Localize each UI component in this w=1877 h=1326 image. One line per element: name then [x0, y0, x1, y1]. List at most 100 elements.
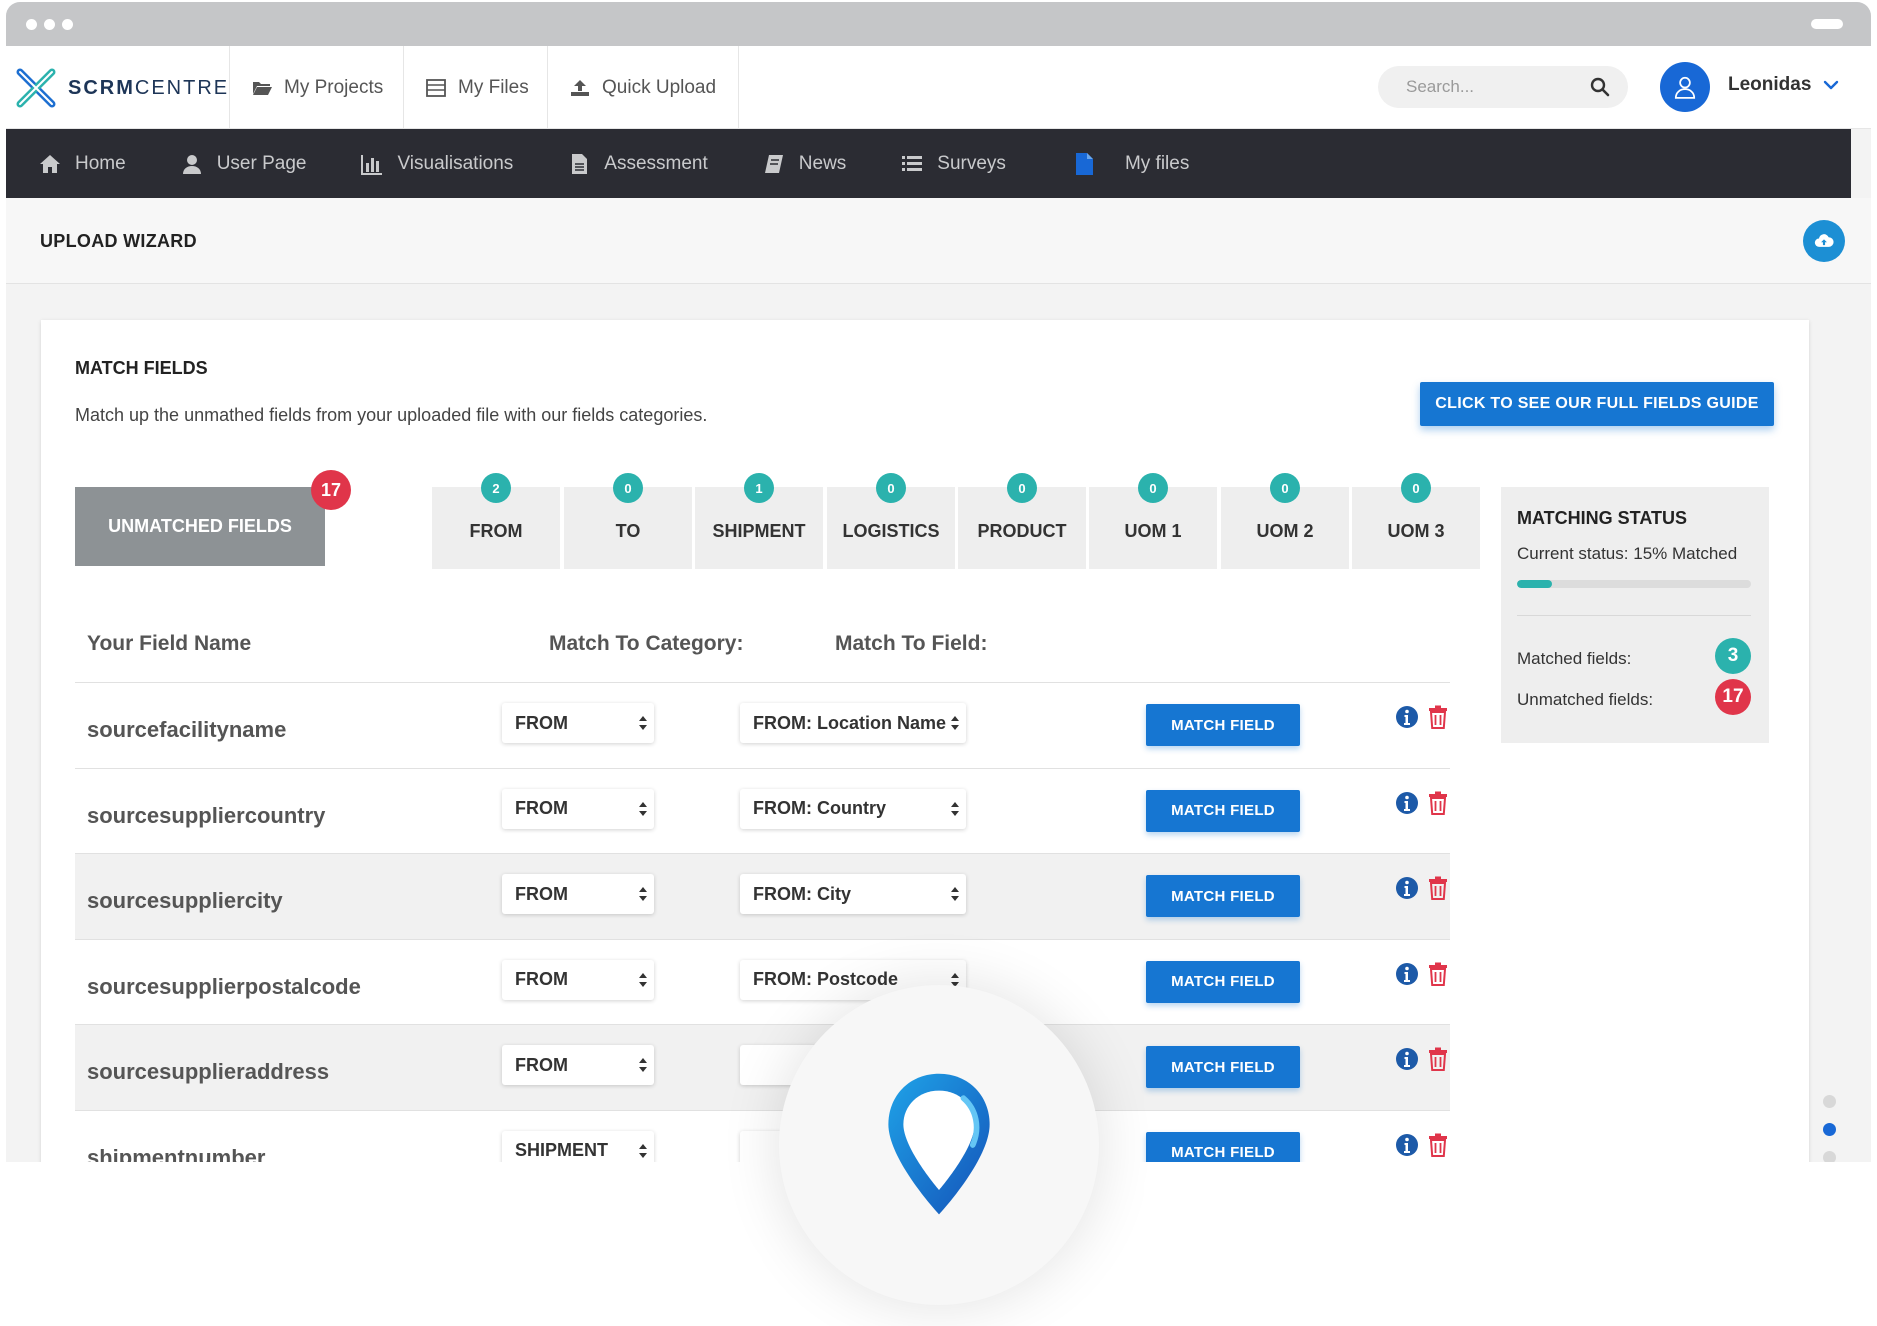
trash-icon[interactable]: [1427, 1047, 1449, 1071]
nav-item-my-files[interactable]: My files: [1040, 152, 1189, 175]
category-select[interactable]: SHIPMENT: [502, 1130, 654, 1162]
match-field-button[interactable]: MATCH FIELD: [1146, 875, 1300, 917]
list-icon: [901, 153, 923, 175]
table-row: sourcesuppliercity FROM FROM: City MATCH FI…: [75, 853, 1450, 939]
match-field-button[interactable]: MATCH FIELD: [1146, 960, 1300, 1003]
field-name: sourcesupplierpostalcode: [87, 973, 361, 999]
tab-logistics[interactable]: 0 LOGISTICS: [827, 473, 955, 569]
select-arrows-icon: [639, 1058, 647, 1072]
card-title: MATCH FIELDS: [75, 358, 208, 378]
nav-item-home[interactable]: Home: [6, 153, 126, 175]
chevron-down-icon[interactable]: [1822, 76, 1840, 94]
table-row: sourcefacilityname FROM FROM: Location Nam…: [75, 682, 1450, 768]
info-icon[interactable]: [1395, 705, 1419, 729]
top-tab-quick-upload[interactable]: Quick Upload: [547, 46, 740, 129]
top-bar: SCRMCENTRE My Projects My Files Quick Up…: [6, 46, 1871, 129]
match-field-button[interactable]: MATCH FIELD: [1146, 1131, 1300, 1162]
tab-label: SHIPMENT: [712, 520, 806, 541]
match-progress-fill: [1517, 580, 1553, 588]
status-title: MATCHING STATUS: [1517, 508, 1687, 528]
trash-icon[interactable]: [1427, 791, 1449, 815]
nav-item-label: User Page: [216, 152, 307, 174]
search-placeholder: Search...: [1406, 77, 1475, 96]
trash-icon[interactable]: [1427, 1133, 1449, 1157]
tab-uom-2[interactable]: 0 UOM 2: [1221, 473, 1349, 569]
info-icon[interactable]: [1395, 1133, 1419, 1157]
tab-label: TO: [615, 520, 641, 541]
location-pin-icon: [888, 1073, 990, 1215]
trash-icon[interactable]: [1427, 705, 1449, 729]
category-select-value: FROM: [515, 1054, 568, 1075]
trash-icon[interactable]: [1427, 962, 1449, 986]
tab-uom-3[interactable]: 0 UOM 3: [1352, 473, 1480, 569]
nav-item-user-page[interactable]: User Page: [148, 152, 307, 175]
info-icon[interactable]: [1395, 962, 1419, 986]
tab-from[interactable]: 2 FROM: [432, 473, 560, 569]
field-name: sourcesupplieraddress: [87, 1059, 330, 1084]
page-header: UPLOAD WIZARD: [6, 198, 1871, 284]
page-dot-active[interactable]: [1823, 1123, 1836, 1136]
tab-shipment[interactable]: 1 SHIPMENT: [695, 473, 823, 569]
category-select[interactable]: FROM: [502, 788, 654, 829]
column-header-category: Match To Category:: [549, 632, 744, 655]
avatar[interactable]: [1660, 62, 1710, 112]
nav-item-surveys[interactable]: Surveys: [868, 153, 1006, 175]
field-name: sourcefacilityname: [87, 717, 287, 742]
trash-icon[interactable]: [1427, 876, 1449, 900]
upload-icon: [570, 79, 590, 97]
field-name: shipmentnumber: [87, 1144, 266, 1163]
table-row: sourcesuppliercountry FROM FROM: Country MA…: [75, 767, 1450, 854]
tab-label: LOGISTICS: [842, 520, 940, 541]
nav-item-label: Home: [75, 152, 126, 174]
user-avatar-icon: [1674, 76, 1696, 99]
unmatched-fields-label: Unmatched fields:: [1517, 690, 1654, 709]
category-select[interactable]: FROM: [502, 959, 654, 1000]
count-badge: 1: [744, 473, 774, 503]
nav-item-news[interactable]: News: [730, 153, 846, 175]
tab-uom-1[interactable]: 0 UOM 1: [1089, 473, 1217, 569]
nav-item-assessment[interactable]: Assessment: [535, 153, 708, 175]
field-select[interactable]: FROM: Country: [740, 788, 966, 829]
fields-guide-button[interactable]: CLICK TO SEE OUR FULL FIELDS GUIDE: [1420, 382, 1774, 426]
cloud-upload-button[interactable]: [1803, 220, 1845, 262]
tab-unmatched-fields[interactable]: UNMATCHED FIELDS: [75, 487, 325, 566]
logo-x-icon: [16, 68, 56, 108]
divider: [1517, 615, 1751, 616]
current-status: Current status: 15% Matched: [1517, 544, 1737, 564]
page-dot[interactable]: [1823, 1095, 1836, 1108]
folder-open-icon: [252, 79, 272, 97]
window-dot-icon: [44, 19, 55, 30]
category-select[interactable]: FROM: [502, 703, 654, 743]
top-tab-my-files[interactable]: My Files: [403, 46, 551, 129]
tab-to[interactable]: 0 TO: [564, 473, 692, 569]
info-icon[interactable]: [1395, 1047, 1419, 1071]
tab-product[interactable]: 0 PRODUCT: [958, 473, 1086, 569]
page-dot[interactable]: [1823, 1151, 1836, 1162]
match-field-button[interactable]: MATCH FIELD: [1146, 789, 1300, 832]
category-select[interactable]: FROM: [502, 874, 654, 914]
info-icon[interactable]: [1395, 876, 1419, 900]
search-icon[interactable]: [1590, 77, 1610, 97]
match-field-button[interactable]: MATCH FIELD: [1146, 1046, 1300, 1088]
info-icon[interactable]: [1395, 791, 1419, 815]
field-select[interactable]: FROM: City: [740, 874, 966, 914]
field-select[interactable]: FROM: Location Name: [740, 703, 966, 743]
search-input[interactable]: Search...: [1378, 66, 1628, 108]
column-header-field: Match To Field:: [835, 632, 988, 655]
category-select[interactable]: FROM: [502, 1045, 654, 1085]
fields-table: sourcefacilityname FROM FROM: Location Nam…: [75, 682, 1450, 1162]
matched-count-badge: 3: [1715, 638, 1751, 674]
count-badge: 0: [1401, 473, 1431, 503]
logo-text: SCRMCENTRE: [68, 76, 230, 99]
match-field-button[interactable]: MATCH FIELD: [1146, 704, 1300, 746]
top-tab-my-projects[interactable]: My Projects: [229, 46, 405, 129]
app-logo[interactable]: SCRMCENTRE: [14, 66, 229, 110]
field-select-value: FROM: Postcode: [753, 969, 899, 989]
user-name[interactable]: Leonidas: [1728, 74, 1811, 96]
category-select-value: SHIPMENT: [515, 1140, 609, 1160]
nav-item-visualisations[interactable]: Visualisations: [328, 153, 513, 175]
book-icon: [763, 153, 785, 175]
nav-item-label: Visualisations: [397, 152, 514, 174]
field-select-value: FROM: Location Name: [753, 712, 947, 733]
select-arrows-icon: [639, 1143, 647, 1158]
